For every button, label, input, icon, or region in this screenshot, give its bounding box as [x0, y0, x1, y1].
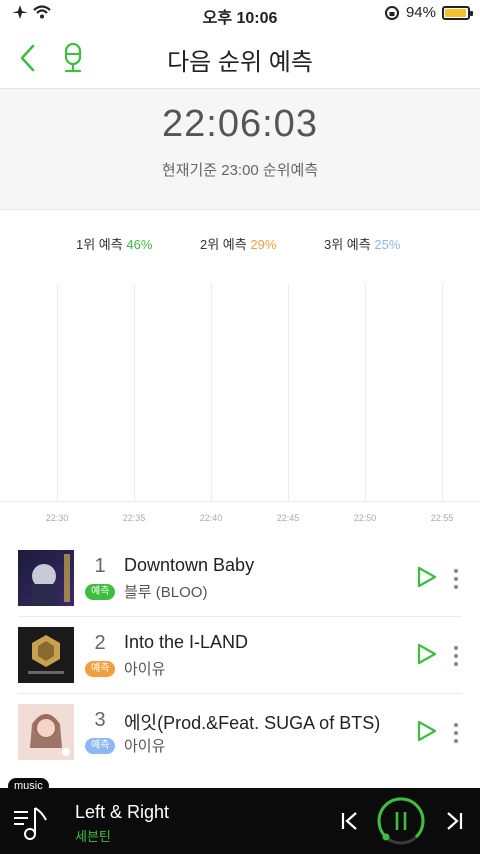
current-time: 22:06:03 — [162, 103, 318, 145]
chart-gridline — [442, 283, 443, 501]
prediction-badge: 예측 — [85, 738, 116, 754]
status-icons-right: 94% — [384, 4, 473, 21]
prediction-legend: 1위 예측 46% 2위 예측 29% 3위 예측 25% — [0, 234, 480, 254]
legend-item-3: 3위 예측 25% — [324, 234, 400, 253]
song-artist: 아이유 — [124, 738, 166, 755]
now-playing-title: Left & Right — [75, 802, 170, 822]
rank-number: 1 — [94, 555, 106, 577]
x-tick-label: 22:30 — [45, 513, 69, 523]
prediction-badge: 예측 — [85, 584, 116, 600]
song-list: 1 예측 Downtown Baby 블루 (BLOO) 2 예측 Into t… — [18, 540, 462, 771]
album-cover — [18, 627, 74, 683]
song-title: 에잇(Prod.&Feat. SUGA of BTS) — [124, 713, 381, 733]
song-artist: 블루 (BLOO) — [124, 584, 208, 601]
list-item[interactable]: 3 예측 에잇(Prod.&Feat. SUGA of BTS) 아이유 — [18, 694, 462, 771]
chart-gridline — [365, 283, 366, 501]
album-cover — [18, 550, 74, 606]
prediction-badge: 예측 — [85, 661, 116, 677]
x-tick-label: 22:55 — [430, 513, 454, 523]
page-title: 다음 순위 예측 — [167, 49, 313, 76]
rank-number: 2 — [94, 632, 106, 654]
legend-item-2: 2위 예측 29% — [200, 234, 276, 253]
now-playing-artist: 세븐틴 — [75, 829, 111, 844]
x-tick-label: 22:35 — [122, 513, 146, 523]
list-item[interactable]: 1 예측 Downtown Baby 블루 (BLOO) — [18, 540, 462, 617]
play-icon[interactable] — [416, 719, 438, 743]
album-cover — [18, 704, 74, 760]
status-bar: 오후 10:06 94% — [0, 0, 480, 28]
x-tick-label: 22:40 — [199, 513, 223, 523]
rotation-lock-icon — [384, 5, 399, 20]
play-icon[interactable] — [416, 642, 438, 666]
legend-percent: 29% — [250, 237, 277, 252]
previous-track-icon[interactable] — [340, 810, 360, 832]
battery-percent: 94% — [405, 4, 436, 21]
chart-gridline — [57, 283, 58, 501]
playlist-music-icon[interactable] — [12, 802, 52, 842]
play-icon[interactable] — [416, 565, 438, 589]
song-artist: 아이유 — [124, 661, 166, 678]
legend-label: 3위 예측 — [324, 237, 371, 252]
more-vertical-icon[interactable] — [452, 568, 460, 590]
pause-button[interactable] — [376, 796, 426, 846]
legend-percent: 25% — [374, 237, 401, 252]
chart-gridline — [211, 283, 212, 501]
x-tick-label: 22:45 — [276, 513, 300, 523]
more-vertical-icon[interactable] — [452, 645, 460, 667]
song-title: Into the I-LAND — [124, 632, 249, 652]
chart-gridline — [288, 283, 289, 501]
rank-number: 3 — [94, 709, 106, 731]
music-tag: music — [8, 778, 49, 794]
legend-percent: 46% — [126, 237, 153, 252]
legend-label: 1위 예측 — [76, 237, 123, 252]
battery-fill — [445, 8, 466, 17]
countdown-panel: 22:06:03 현재기준 23:00 순위예측 — [0, 88, 480, 210]
song-title: Downtown Baby — [124, 555, 255, 575]
app-header: 다음 순위 예측 — [0, 28, 480, 88]
legend-item-1: 1위 예측 46% — [76, 234, 152, 253]
prediction-subtitle: 현재기준 23:00 순위예측 — [161, 162, 319, 179]
list-item[interactable]: 2 예측 Into the I-LAND 아이유 — [18, 617, 462, 694]
more-vertical-icon[interactable] — [452, 722, 460, 744]
battery-icon — [442, 5, 473, 20]
x-tick-label: 22:50 — [353, 513, 377, 523]
chart-gridline — [134, 283, 135, 501]
legend-label: 2위 예측 — [200, 237, 247, 252]
mini-player[interactable]: music Left & Right 세븐틴 — [0, 778, 480, 854]
chart-baseline — [0, 501, 480, 502]
next-track-icon[interactable] — [444, 810, 464, 832]
prediction-chart: 22:30 22:35 22:40 22:45 22:50 22:55 — [0, 283, 480, 523]
